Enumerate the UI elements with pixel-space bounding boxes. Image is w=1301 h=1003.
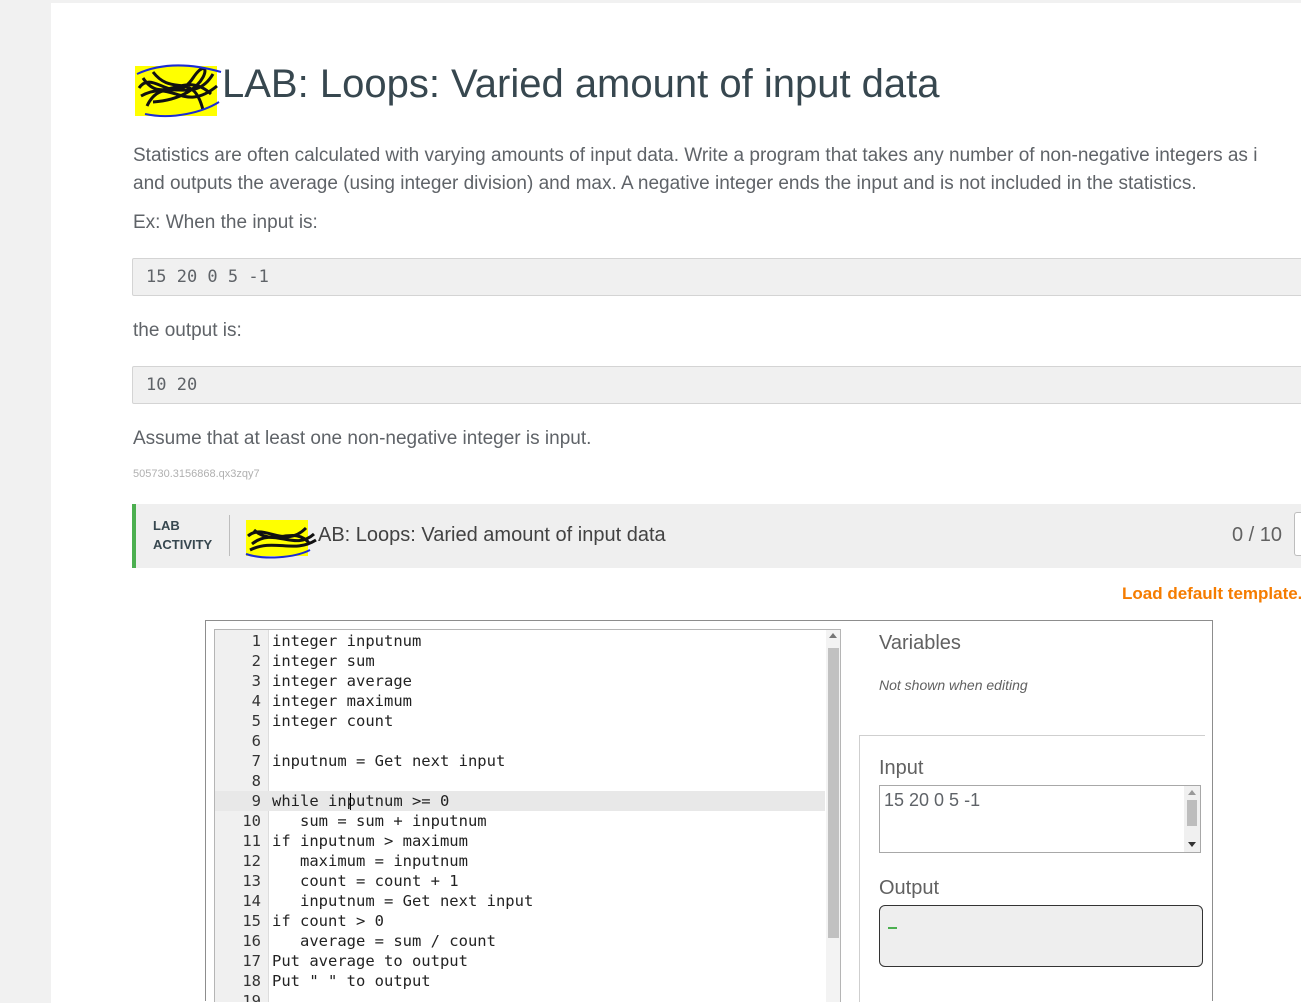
code-line[interactable]: 7 inputnum = Get next input	[215, 751, 825, 771]
line-code[interactable]: maximum = inputnum	[272, 851, 468, 871]
output-console	[879, 905, 1203, 967]
variables-title: Variables	[879, 632, 961, 654]
output-cursor	[888, 927, 897, 929]
line-number: 5	[251, 712, 261, 730]
code-line[interactable]: 11 if inputnum > maximum	[215, 831, 825, 851]
line-code[interactable]: integer average	[272, 671, 412, 691]
variables-note: Not shown when editing	[879, 677, 1028, 693]
assumption-text: Assume that at least one non-negative in…	[133, 428, 592, 449]
input-scrollbar[interactable]	[1184, 786, 1200, 852]
code-lines: 1 integer inputnum 2 integer sum 3 integer av…	[215, 631, 825, 1002]
code-line[interactable]: 9 while inputnum >= 0	[215, 791, 825, 811]
line-number: 16	[242, 932, 261, 950]
line-code[interactable]: inputnum = Get next input	[272, 891, 533, 911]
line-number: 13	[242, 872, 261, 890]
line-code[interactable]: count = count + 1	[272, 871, 459, 891]
example-input-block: 15 20 0 5 -1	[132, 258, 1301, 296]
line-code[interactable]: Put average to output	[272, 951, 468, 971]
output-intro: the output is:	[133, 320, 242, 341]
code-line[interactable]: 18 Put " " to output	[215, 971, 825, 991]
scrollbar-thumb[interactable]	[1187, 800, 1197, 826]
page-title: LAB: Loops: Varied amount of input data	[222, 62, 940, 106]
score-badge	[1294, 512, 1301, 556]
line-code[interactable]: integer count	[272, 711, 393, 731]
code-line[interactable]: 8	[215, 771, 825, 791]
problem-description: Statistics are often calculated with var…	[133, 142, 1301, 198]
input-label: Input	[879, 757, 924, 779]
line-number: 15	[242, 912, 261, 930]
input-value: 15 20 0 5 -1	[884, 790, 981, 810]
line-code[interactable]: if count > 0	[272, 911, 384, 931]
text-cursor	[350, 793, 351, 810]
code-editor[interactable]: 1 integer inputnum 2 integer sum 3 integer av…	[214, 629, 841, 1002]
line-number: 17	[242, 952, 261, 970]
lab-score: 0 / 10	[1232, 524, 1283, 546]
line-number: 8	[251, 772, 261, 790]
line-number: 18	[242, 972, 261, 990]
line-code[interactable]: while inputnum >= 0	[272, 791, 449, 811]
code-line[interactable]: 3 integer average	[215, 671, 825, 691]
code-line[interactable]: 2 integer sum	[215, 651, 825, 671]
code-line[interactable]: 17 Put average to output	[215, 951, 825, 971]
line-number: 12	[242, 852, 261, 870]
example-intro: Ex: When the input is:	[133, 212, 318, 233]
lab-tag-line: LAB	[153, 518, 180, 533]
output-label: Output	[879, 877, 940, 899]
input-textarea[interactable]: 15 20 0 5 -1	[879, 785, 1201, 853]
scroll-up-icon[interactable]	[829, 633, 837, 638]
line-code[interactable]: if inputnum > maximum	[272, 831, 468, 851]
line-number: 14	[242, 892, 261, 910]
description-line: Statistics are often calculated with var…	[133, 145, 1258, 166]
scroll-up-icon[interactable]	[1188, 790, 1196, 795]
line-code[interactable]: sum = sum + inputnum	[272, 811, 487, 831]
line-code[interactable]: average = sum / count	[272, 931, 496, 951]
scrollbar-thumb[interactable]	[828, 648, 839, 938]
line-number: 6	[251, 732, 261, 750]
redacted-scribble-image	[245, 520, 317, 559]
line-code[interactable]: inputnum = Get next input	[272, 751, 505, 771]
lab-activity-tag: LAB ACTIVITY	[153, 516, 212, 554]
lab-ide: 1 integer inputnum 2 integer sum 3 integer av…	[205, 620, 1213, 1002]
code-line[interactable]: 16 average = sum / count	[215, 931, 825, 951]
line-number: 9	[251, 792, 261, 810]
code-line[interactable]: 5 integer count	[215, 711, 825, 731]
load-default-template-link[interactable]: Load default template.	[1122, 584, 1301, 604]
line-number: 4	[251, 692, 261, 710]
code-line[interactable]: 1 integer inputnum	[215, 631, 825, 651]
code-line[interactable]: 19	[215, 991, 825, 1002]
line-code[interactable]: integer sum	[272, 651, 375, 671]
lab-tag-line: ACTIVITY	[153, 537, 213, 552]
scroll-down-icon[interactable]	[1188, 842, 1196, 847]
line-number: 2	[251, 652, 261, 670]
line-number: 7	[251, 752, 261, 770]
line-number: 10	[242, 812, 261, 830]
code-line[interactable]: 15 if count > 0	[215, 911, 825, 931]
code-line[interactable]: 10 sum = sum + inputnum	[215, 811, 825, 831]
line-code[interactable]: integer inputnum	[272, 631, 421, 651]
line-number: 11	[242, 832, 261, 850]
redacted-scribble-image	[135, 64, 222, 118]
activity-code-id: 505730.3156868.qx3zqy7	[133, 468, 260, 480]
lab-title: AB: Loops: Varied amount of input data	[318, 524, 666, 546]
example-output-block: 10 20	[132, 366, 1301, 404]
editor-scrollbar[interactable]	[826, 630, 840, 1002]
lab-activity-header: LAB ACTIVITY AB: Loops: Varied amount of…	[132, 504, 1301, 568]
code-line[interactable]: 13 count = count + 1	[215, 871, 825, 891]
description-line: and outputs the average (using integer d…	[133, 173, 1197, 194]
line-number: 19	[242, 992, 261, 1002]
line-number: 3	[251, 672, 261, 690]
code-line[interactable]: 6	[215, 731, 825, 751]
line-code[interactable]: Put " " to output	[272, 971, 431, 991]
line-code[interactable]: integer maximum	[272, 691, 412, 711]
code-line[interactable]: 12 maximum = inputnum	[215, 851, 825, 871]
line-number: 1	[251, 632, 261, 650]
code-line[interactable]: 4 integer maximum	[215, 691, 825, 711]
code-line[interactable]: 14 inputnum = Get next input	[215, 891, 825, 911]
divider	[229, 515, 230, 556]
